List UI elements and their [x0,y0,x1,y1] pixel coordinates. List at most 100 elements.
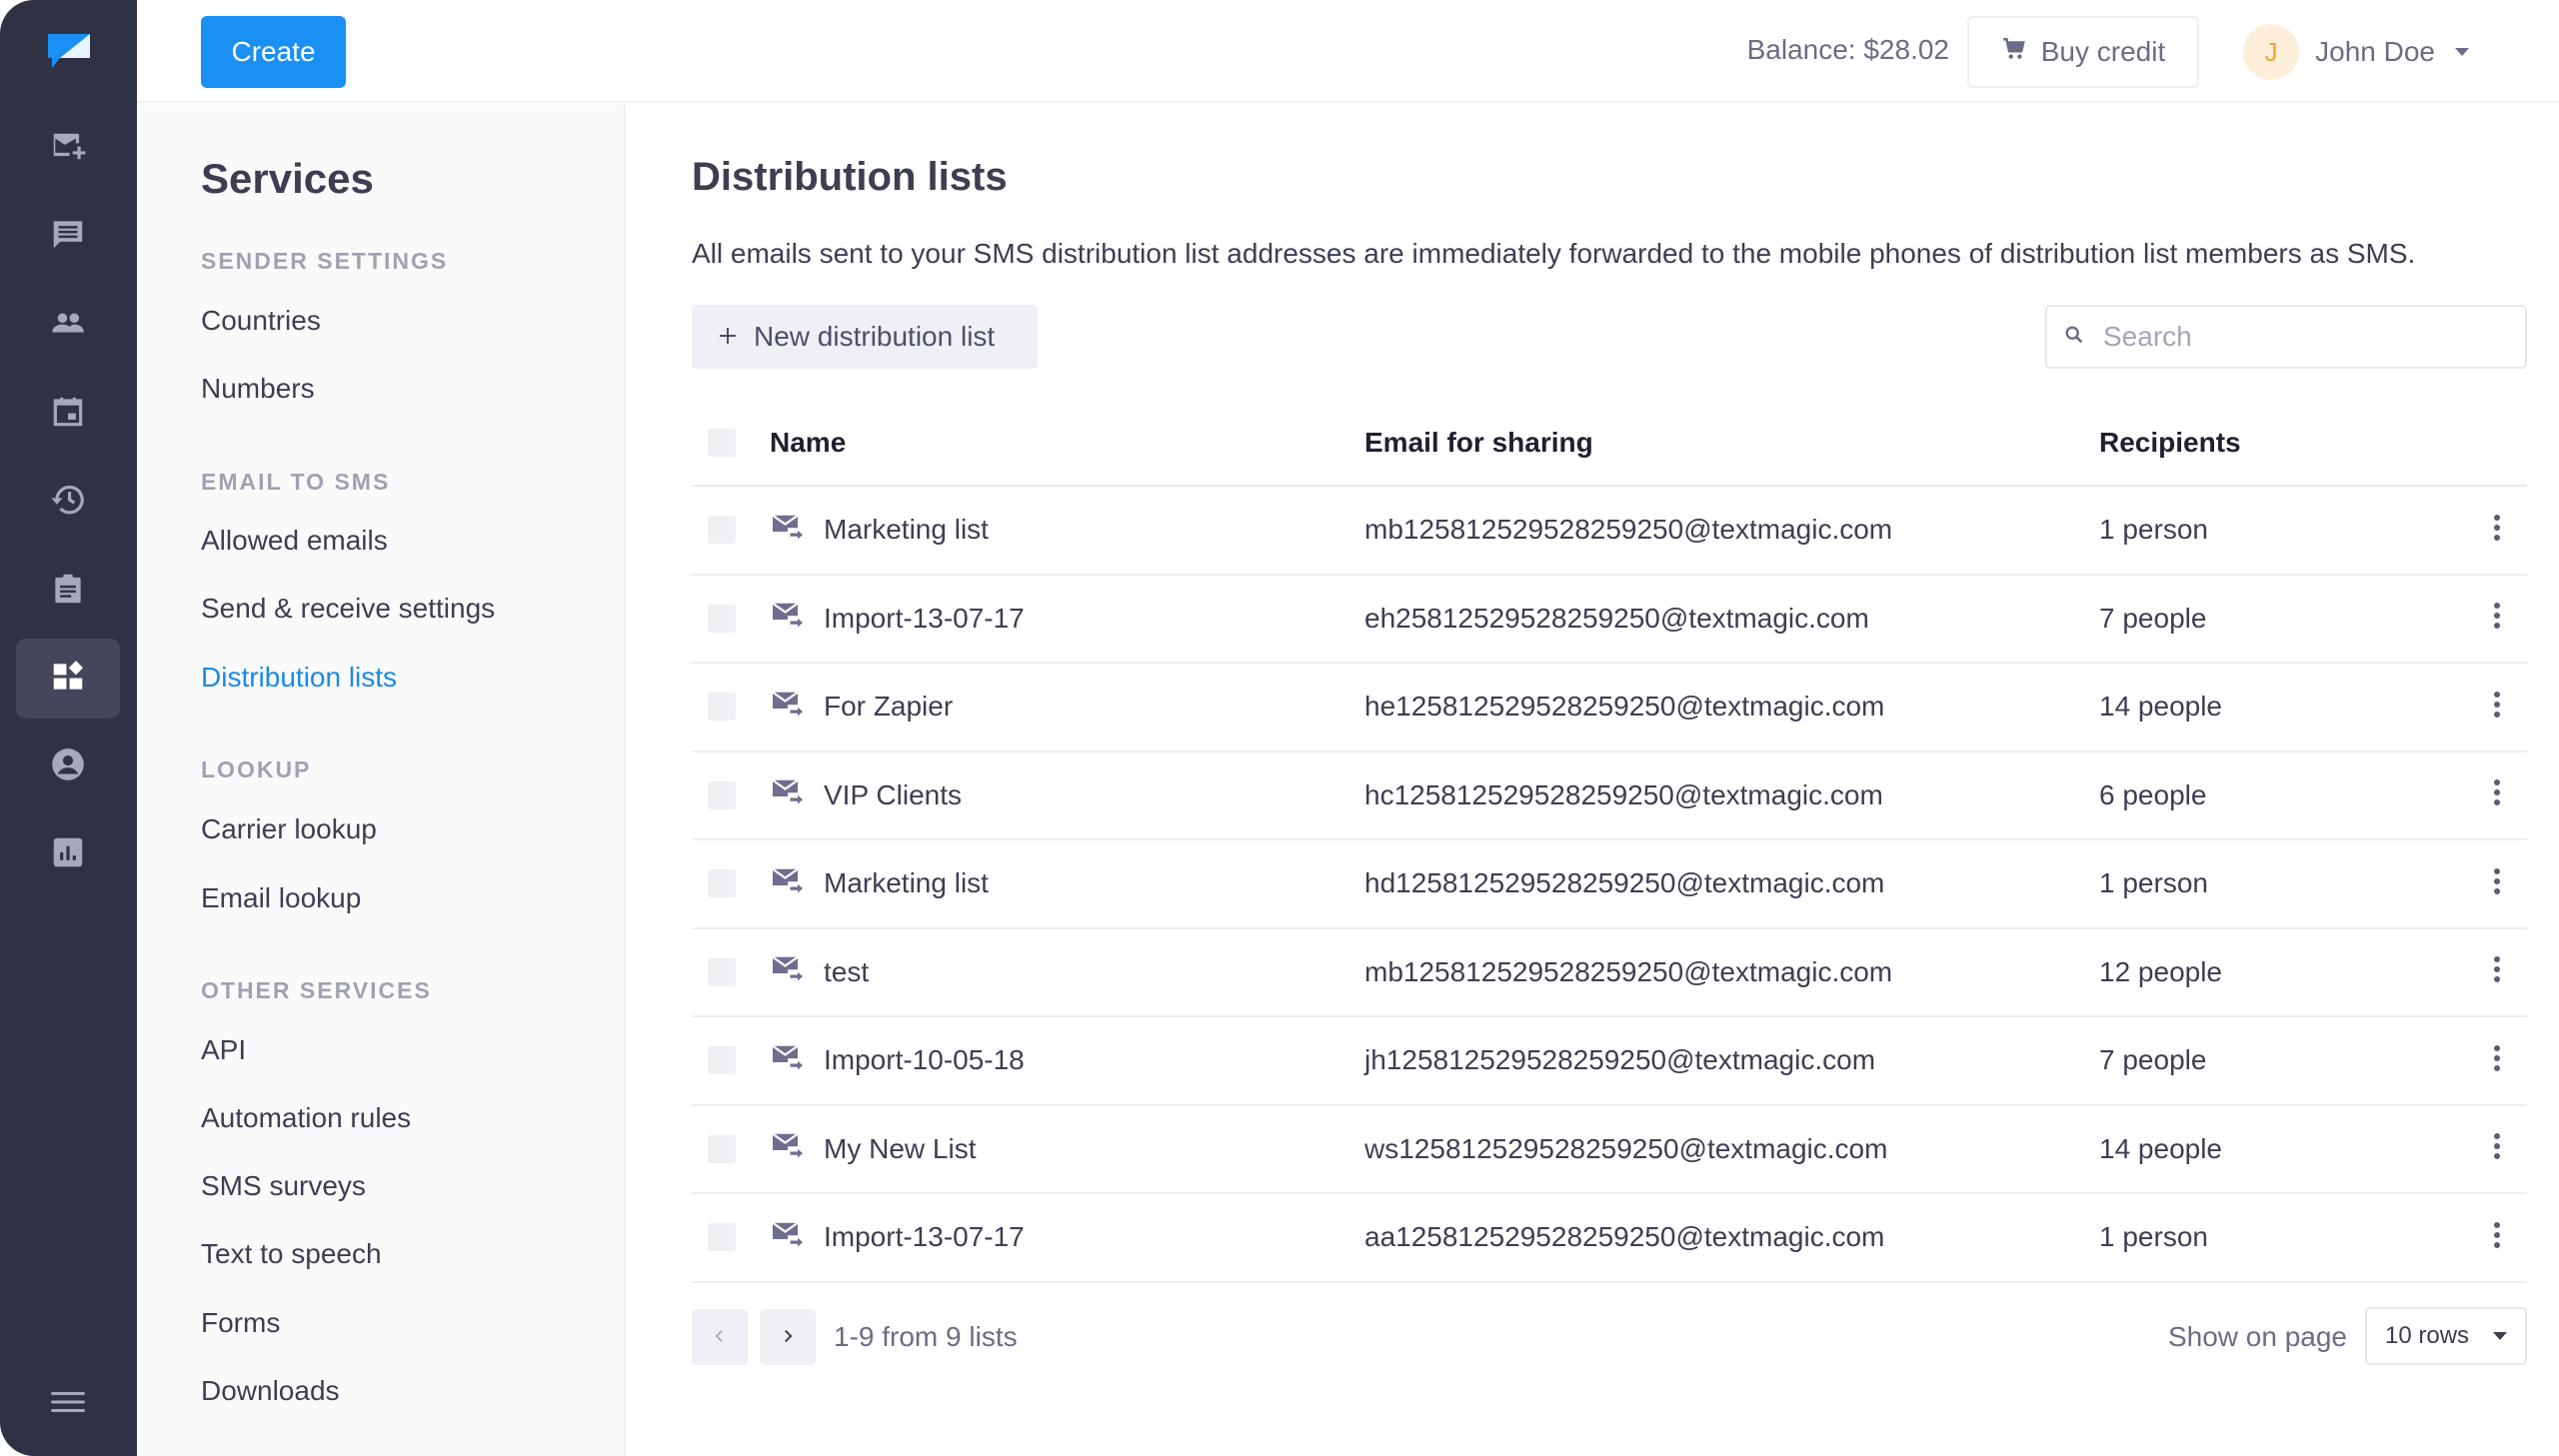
subnav-item-distribution-lists[interactable]: Distribution lists [201,662,397,694]
table-row[interactable]: test mb125812529528259250@textmagic.com … [692,929,2527,1017]
prev-page-button[interactable] [692,1309,748,1365]
table-row[interactable]: Import-13-07-17 eh25812529528259250@text… [692,576,2527,664]
list-name: Import-10-05-18 [824,1044,1025,1076]
mail-forward-icon [770,600,806,637]
list-recipients: 1 person [2099,514,2208,546]
table-row[interactable]: For Zapier he125812529528259250@textmagi… [692,664,2527,752]
list-name: Marketing list [824,514,989,546]
row-actions-button[interactable] [2477,858,2517,908]
pagination: 1-9 from 9 lists Show on page 10 rows [692,1307,2527,1367]
subnav-item-downloads[interactable]: Downloads [201,1375,340,1407]
pagination-info: 1-9 from 9 lists [834,1321,1018,1352]
row-checkbox[interactable] [708,516,736,545]
hamburger-menu-button[interactable] [40,1382,96,1426]
row-actions-button[interactable] [2477,505,2517,555]
list-name: For Zapier [824,691,954,723]
column-header-recipients[interactable]: Recipients [2099,427,2527,459]
list-name-cell: Import-13-07-17 [770,1219,1364,1256]
more-vertical-icon [2493,1221,2501,1254]
new-distribution-list-label: New distribution list [754,321,996,352]
table-row[interactable]: VIP Clients hc125812529528259250@textmag… [692,752,2527,840]
plus-icon [718,321,738,353]
next-page-button[interactable] [760,1309,816,1365]
row-actions-button[interactable] [2477,594,2517,644]
list-name-cell: Import-10-05-18 [770,1042,1364,1079]
subnav-item-forms[interactable]: Forms [201,1307,280,1339]
subnav-item-text-to-speech[interactable]: Text to speech [201,1238,382,1270]
list-recipients: 7 people [2099,602,2207,634]
row-actions-button[interactable] [2477,682,2517,731]
mail-forward-icon [770,1130,806,1167]
distribution-lists-table: Name Email for sharing Recipients Market… [692,400,2527,1283]
subnav-item-send-receive-settings[interactable]: Send & receive settings [201,593,495,625]
column-header-name[interactable]: Name [770,427,1364,459]
row-checkbox[interactable] [708,1223,736,1252]
list-email: he125812529528259250@textmagic.com [1364,691,1885,723]
row-actions-button[interactable] [2477,770,2517,820]
more-vertical-icon [2493,1044,2501,1077]
rail-item-compose[interactable] [16,107,120,187]
caret-down-icon [2455,48,2469,56]
subnav-item-automation-rules[interactable]: Automation rules [201,1102,411,1134]
rail-item-history[interactable] [16,462,120,542]
row-actions-button[interactable] [2477,947,2517,997]
row-checkbox[interactable] [708,693,736,722]
subnav-item-email-lookup[interactable]: Email lookup [201,882,361,914]
create-button[interactable]: Create [201,16,346,88]
clipboard-icon [49,570,87,613]
row-actions-button[interactable] [2477,1212,2517,1262]
row-checkbox[interactable] [708,604,736,633]
row-checkbox[interactable] [708,780,736,809]
table-row[interactable]: Import-13-07-17 aa125812529528259250@tex… [692,1194,2527,1283]
table-row[interactable]: My New List ws125812529528259250@textmag… [692,1106,2527,1194]
rail-item-contacts[interactable] [16,285,120,365]
rail-item-account[interactable] [16,727,120,806]
hamburger-icon [51,1390,85,1419]
rail-item-messages[interactable] [16,196,120,276]
table-row[interactable]: Import-10-05-18 jh125812529528259250@tex… [692,1017,2527,1106]
user-menu[interactable]: J John Doe [2243,22,2469,82]
table-row[interactable]: Marketing list hd125812529528259250@text… [692,840,2527,929]
list-email: mb125812529528259250@textmagic.com [1364,955,1893,987]
rows-per-page-select[interactable]: 10 rows [2365,1307,2527,1365]
more-vertical-icon [2493,778,2501,811]
row-checkbox[interactable] [708,1046,736,1075]
balance-label: Balance: $28.02 [1746,34,1949,65]
subnav-item-carrier-lookup[interactable]: Carrier lookup [201,813,377,845]
row-actions-button[interactable] [2477,1124,2517,1174]
subnav-item-api[interactable]: API [201,1034,246,1066]
select-all-checkbox[interactable] [708,428,736,457]
rail-item-templates[interactable] [16,551,120,631]
rail-item-scheduled[interactable] [16,374,120,454]
avatar: J [2243,24,2300,80]
textmagic-logo-icon[interactable] [44,30,94,72]
table-row[interactable]: Marketing list mb125812529528259250@text… [692,487,2527,576]
buy-credit-button[interactable]: Buy credit [1967,16,2199,88]
list-name-cell: My New List [770,1130,1364,1167]
list-name: Marketing list [824,867,989,899]
row-actions-button[interactable] [2477,1035,2517,1085]
subnav-item-allowed-emails[interactable]: Allowed emails [201,525,388,557]
list-email: hd125812529528259250@textmagic.com [1364,867,1885,899]
list-email: jh125812529528259250@textmagic.com [1364,1044,1876,1076]
new-distribution-list-button[interactable]: New distribution list [692,305,1038,369]
mail-forward-icon [770,1042,806,1079]
subnav-item-numbers[interactable]: Numbers [201,373,315,405]
column-header-email[interactable]: Email for sharing [1364,427,2099,459]
subnav-item-sms-surveys[interactable]: SMS surveys [201,1170,366,1202]
section-other-services: OTHER SERVICES [201,977,432,1003]
rail-item-services[interactable] [16,639,120,719]
search-input[interactable] [2103,321,2503,353]
user-name: John Doe [2315,36,2435,67]
rail-item-reports[interactable] [16,814,120,894]
account-icon [49,745,87,788]
row-checkbox[interactable] [708,1134,736,1163]
show-on-page-label: Show on page [2167,1321,2347,1352]
calendar-icon [49,393,87,436]
subnav-item-countries[interactable]: Countries [201,305,321,337]
row-checkbox[interactable] [708,957,736,986]
row-checkbox[interactable] [708,869,736,898]
list-name: Import-13-07-17 [824,602,1025,634]
list-name: VIP Clients [824,778,962,810]
list-recipients: 1 person [2099,1221,2208,1253]
